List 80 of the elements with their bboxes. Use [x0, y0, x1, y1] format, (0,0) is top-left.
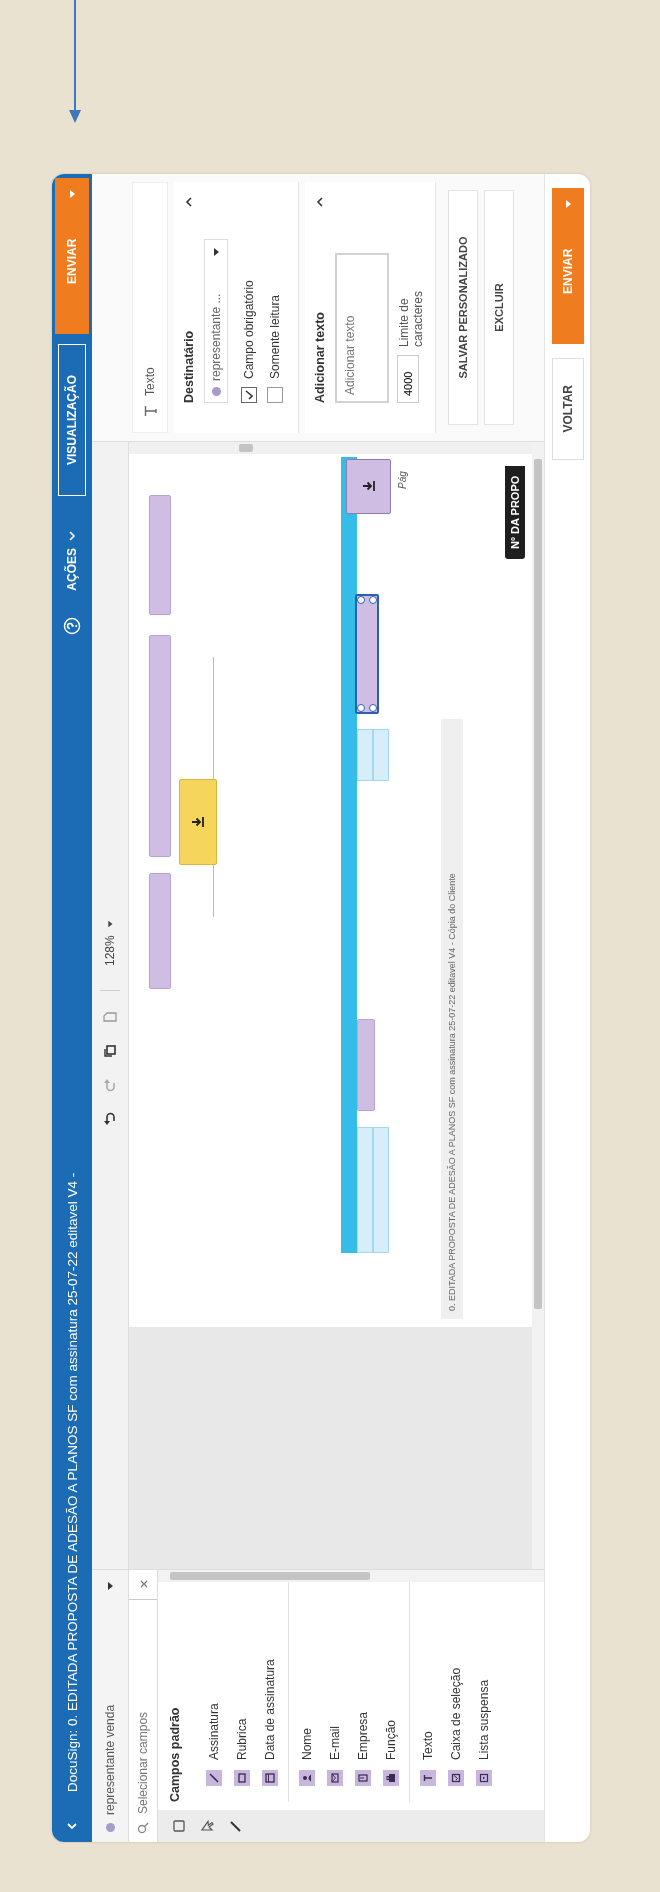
calendar-icon — [262, 1770, 278, 1786]
checkbox-label: Campo obrigatório — [242, 280, 256, 379]
text-icon — [420, 1770, 436, 1786]
field-item[interactable]: Lista suspensa — [476, 1582, 492, 1802]
collapse-icon[interactable] — [314, 196, 326, 208]
text-icon — [143, 404, 157, 418]
text-field-tag[interactable] — [355, 594, 379, 714]
scroll-thumb[interactable] — [239, 444, 253, 452]
actions-menu[interactable]: AÇÕES — [61, 526, 83, 595]
building-icon — [355, 1770, 371, 1786]
table-row — [373, 729, 389, 781]
dropdown-icon — [476, 1770, 492, 1786]
scrollbar[interactable] — [158, 1570, 544, 1582]
preview-button[interactable]: VISUALIZAÇÃO — [58, 344, 86, 496]
pen-icon — [206, 1770, 222, 1786]
page-label: Pág — [397, 471, 408, 489]
recipient-dot — [105, 1823, 115, 1832]
field-item[interactable]: Nome — [299, 1582, 315, 1802]
checkbox-icon — [448, 1770, 464, 1786]
zoom-dropdown[interactable]: 128% — [102, 913, 118, 972]
section-title: Campos padrão — [168, 1706, 182, 1802]
section-title: Destinatário — [182, 330, 196, 403]
scrollbar[interactable] — [129, 442, 532, 454]
checkbox-label: Somente leitura — [268, 294, 282, 379]
search-field[interactable]: Selecionar campos — [129, 1600, 157, 1842]
download-icon — [191, 815, 205, 829]
scrollbar[interactable] — [532, 442, 544, 1569]
scroll-thumb[interactable] — [170, 1572, 370, 1580]
help-icon[interactable] — [63, 616, 81, 635]
download-icon — [361, 479, 376, 494]
collapse-icon[interactable] — [183, 196, 195, 208]
redo-icon[interactable] — [102, 1077, 118, 1093]
check-icon — [243, 389, 255, 401]
copy-icon[interactable] — [102, 1043, 118, 1059]
checkbox[interactable] — [267, 387, 283, 403]
checkbox[interactable] — [241, 387, 257, 403]
signature-tag[interactable] — [179, 779, 217, 865]
limit-label: Limite de caracteres — [397, 289, 425, 347]
caret-icon — [105, 919, 115, 930]
document-icon[interactable] — [102, 1009, 118, 1025]
recipient-dropdown[interactable]: representante ... — [204, 239, 228, 403]
panel-button[interactable]: EXCLUIR — [484, 190, 514, 425]
initials-icon — [234, 1770, 250, 1786]
recipient-dot — [211, 387, 221, 396]
undo-icon[interactable] — [102, 1111, 118, 1127]
field-item[interactable]: Rubrica — [234, 1582, 250, 1802]
text-field-tag[interactable] — [357, 1019, 375, 1111]
panel-button[interactable]: SALVAR PERSONALIZADO — [448, 190, 478, 425]
field-item[interactable]: Empresa — [355, 1582, 371, 1802]
field-item[interactable]: E-mail — [327, 1582, 343, 1802]
envelope-icon — [327, 1770, 343, 1786]
text-field-tag[interactable] — [149, 635, 171, 857]
proposal-number-label: Nº DA PROPO — [505, 465, 525, 559]
pen-icon[interactable] — [228, 1819, 242, 1833]
field-item[interactable]: Texto — [420, 1582, 436, 1802]
briefcase-icon — [383, 1770, 399, 1786]
field-item[interactable]: Função — [383, 1582, 399, 1802]
section-title: Adicionar texto — [313, 312, 327, 403]
text-field-tag[interactable] — [149, 495, 171, 615]
search-icon — [137, 1822, 149, 1834]
back-icon[interactable] — [66, 1820, 78, 1832]
table-row — [357, 729, 373, 781]
pointer-icon[interactable] — [200, 1819, 214, 1833]
limit-field[interactable]: 4000 — [397, 355, 419, 403]
scroll-thumb[interactable] — [534, 459, 542, 1309]
window-title: DocuSign: 0. EDITADA PROPOSTA DE ADESÃO A PLANOS SF com assinatura 25-07-22 editavel V4 - — [64, 1172, 80, 1792]
field-item[interactable]: Caixa de seleção — [448, 1582, 464, 1802]
field-item[interactable]: Assinatura — [206, 1582, 222, 1802]
recipient-dropdown[interactable]: representante venda — [92, 1570, 129, 1842]
back-button[interactable]: VOLTAR — [551, 358, 584, 460]
close-icon — [140, 1580, 148, 1589]
field-item[interactable]: Data de assinatura — [262, 1582, 278, 1802]
chevron-down-icon — [66, 530, 78, 542]
text-field-tag[interactable] — [149, 873, 171, 989]
person-icon — [299, 1770, 315, 1786]
rectangle-icon[interactable] — [172, 1819, 186, 1833]
attachment-tag[interactable] — [346, 459, 391, 514]
text-input[interactable]: Adicionar texto — [335, 253, 389, 403]
page-footer: 0. EDITADA PROPOSTA DE ADESÃO A PLANOS SF com assinatura 25-07-22 editavel V4 - Cópia do Cliente — [441, 719, 463, 1319]
field-type-header: Texto — [132, 182, 168, 433]
